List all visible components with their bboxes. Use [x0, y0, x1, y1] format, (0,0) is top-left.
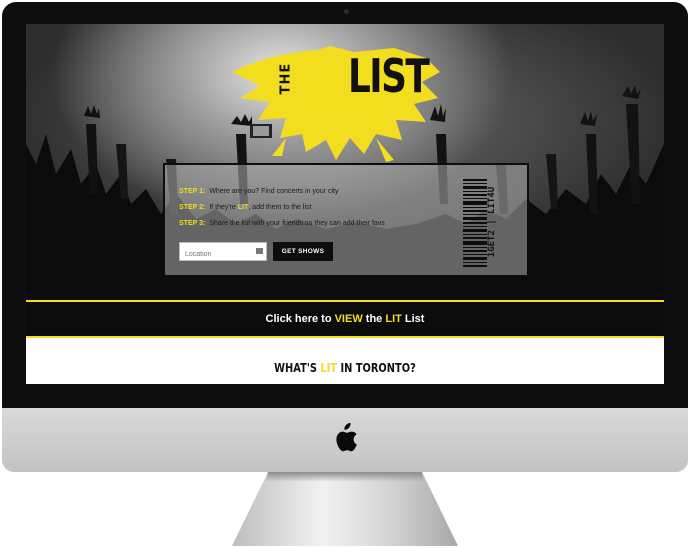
step-3-text: Share the list with your friends so they… — [209, 220, 385, 227]
step-1-label: STEP 1: — [179, 188, 206, 195]
logo-the: THE — [278, 62, 294, 95]
calendar-icon[interactable] — [256, 248, 263, 254]
step-1: STEP 1: Where are you? Find concerts in y… — [179, 188, 339, 195]
step-3-label: STEP 3: — [179, 220, 206, 227]
step-2-highlight: LIT — [237, 204, 249, 211]
apple-logo-icon — [336, 423, 357, 452]
step-1-text: Where are you? Find concerts in your cit… — [209, 188, 339, 195]
step-2-text-pre: If they're — [209, 204, 238, 211]
step-2-label: STEP 2: — [179, 204, 206, 211]
barcode-icon — [463, 179, 487, 267]
ticket-code: 1GET2 | LIT4U — [487, 186, 498, 258]
whats-lit-section: WHAT'S LIT IN TORONTO? — [26, 338, 664, 384]
logo-list: LIST — [348, 49, 430, 103]
view-list-link[interactable]: Click here to VIEW the LIT List — [266, 313, 425, 325]
get-shows-button[interactable]: GET SHOWS — [273, 242, 333, 261]
location-field[interactable] — [179, 242, 267, 263]
location-input[interactable] — [180, 246, 255, 263]
monitor-stand — [232, 472, 458, 546]
section-heading: WHAT'S LIT IN TORONTO? — [274, 361, 416, 375]
website-screen: THE LIT LIST STEP 1: Where are you? Find … — [26, 24, 664, 384]
view-list-banner[interactable]: Click here to VIEW the LIT List — [26, 300, 664, 338]
ticket-panel: STEP 1: Where are you? Find concerts in y… — [163, 163, 529, 277]
logo-lit: LIT — [298, 49, 356, 103]
hero-banner: THE LIT LIST STEP 1: Where are you? Find … — [26, 24, 664, 300]
step-2: STEP 2: If they're LIT, add them to the l… — [179, 204, 311, 211]
monitor-chin — [2, 408, 688, 472]
step-3: STEP 3: Share the list with your friends … — [179, 220, 385, 227]
camera-icon — [344, 9, 349, 14]
step-2-text-post: , add them to the list — [248, 204, 312, 211]
